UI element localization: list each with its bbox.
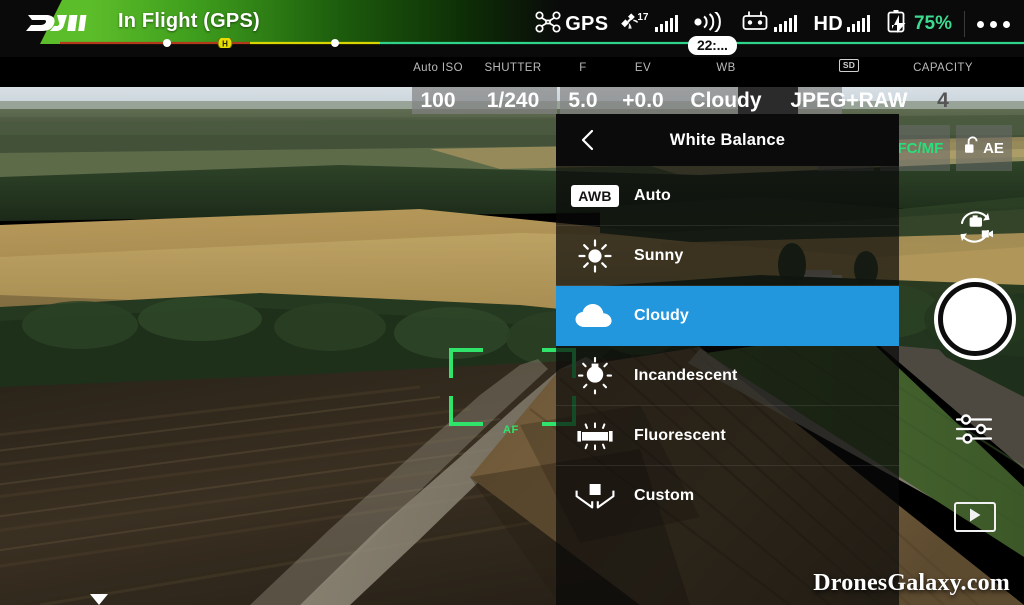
- sun-icon: [556, 238, 634, 274]
- cloud-icon: [556, 301, 634, 331]
- wb-option-incandescent[interactable]: Incandescent: [556, 346, 899, 406]
- lightbulb-icon: [556, 356, 634, 395]
- white-balance-title: White Balance: [669, 130, 786, 149]
- remote-controller-signal: [740, 0, 798, 48]
- white-balance-options-list: AWB Auto Sunny Cloudy Incandescent Fluor…: [556, 166, 899, 605]
- wb-option-cloudy[interactable]: Cloudy: [556, 286, 899, 346]
- satellite-count: 17: [637, 11, 649, 23]
- wb-option-sunny-label: Sunny: [634, 246, 684, 264]
- expand-handle[interactable]: [90, 594, 108, 605]
- satellite-signal: 17: [618, 0, 679, 48]
- svg-text:H: H: [222, 39, 228, 48]
- flight-time-pill: 22:...: [688, 36, 737, 55]
- satellite-signal-bars-icon: [655, 15, 679, 32]
- watermark: DronesGalaxy.com: [813, 570, 1010, 596]
- wb-option-auto-label: Auto: [634, 186, 671, 204]
- remote-controller-icon: [740, 10, 770, 39]
- rc-signal-bars-icon: [774, 15, 798, 32]
- wb-option-custom[interactable]: Custom: [556, 466, 899, 526]
- camera-settings-button[interactable]: [955, 412, 995, 451]
- shutter-button[interactable]: [938, 282, 1012, 356]
- dji-go-flight-app: AF In Flight (GPS) H 22:... GPS 17 HD 75…: [0, 0, 1024, 605]
- right-control-column: [926, 120, 1024, 605]
- wb-option-sunny[interactable]: Sunny: [556, 226, 899, 286]
- drone-icon: [535, 10, 561, 38]
- switch-camera-icon: [952, 211, 998, 250]
- switch-camera-button[interactable]: [952, 208, 998, 251]
- flight-status-text: In Flight (GPS): [118, 10, 260, 32]
- battery-percent: 75%: [913, 13, 952, 34]
- playback-button[interactable]: [954, 502, 996, 532]
- gps-status: GPS: [535, 0, 608, 48]
- chevron-left-icon: [576, 129, 600, 157]
- wb-option-cloudy-label: Cloudy: [634, 306, 689, 324]
- status-divider: [964, 11, 965, 37]
- status-icon-cluster: GPS 17 HD 75%: [535, 0, 1010, 48]
- wb-option-custom-label: Custom: [634, 487, 695, 504]
- wb-option-incandescent-label: Incandescent: [634, 366, 738, 384]
- white-balance-panel: White Balance AWB Auto Sunny Cloudy Inca…: [556, 114, 899, 605]
- af-label: AF: [503, 424, 519, 436]
- white-balance-header: White Balance: [556, 114, 899, 166]
- wb-option-fluorescent-label: Fluorescent: [634, 426, 726, 444]
- more-options-icon: [977, 20, 1010, 28]
- top-status-bar: In Flight (GPS) H 22:... GPS 17 HD 75%: [0, 0, 1024, 57]
- hd-signal-bars-icon: [846, 15, 870, 32]
- playback-icon: [968, 507, 982, 528]
- awb-badge-icon: AWB: [556, 184, 634, 207]
- back-button[interactable]: [576, 127, 600, 153]
- fluorescent-icon: [556, 419, 634, 453]
- wb-option-auto[interactable]: AWB Auto: [556, 166, 899, 226]
- gps-label: GPS: [565, 12, 609, 35]
- custom-wb-icon: [556, 480, 634, 512]
- battery-status: 75%: [886, 0, 952, 48]
- video-quality-label: HD: [813, 12, 843, 35]
- video-quality-status: HD: [813, 0, 870, 48]
- camera-settings-sliders-icon: [955, 414, 995, 450]
- more-options-button[interactable]: [977, 0, 1010, 48]
- battery-icon: [886, 9, 908, 39]
- wb-option-fluorescent[interactable]: Fluorescent: [556, 406, 899, 466]
- rc-transmission-icon: [692, 10, 726, 37]
- awb-badge-label: AWB: [571, 184, 619, 207]
- dji-logo: [26, 11, 88, 40]
